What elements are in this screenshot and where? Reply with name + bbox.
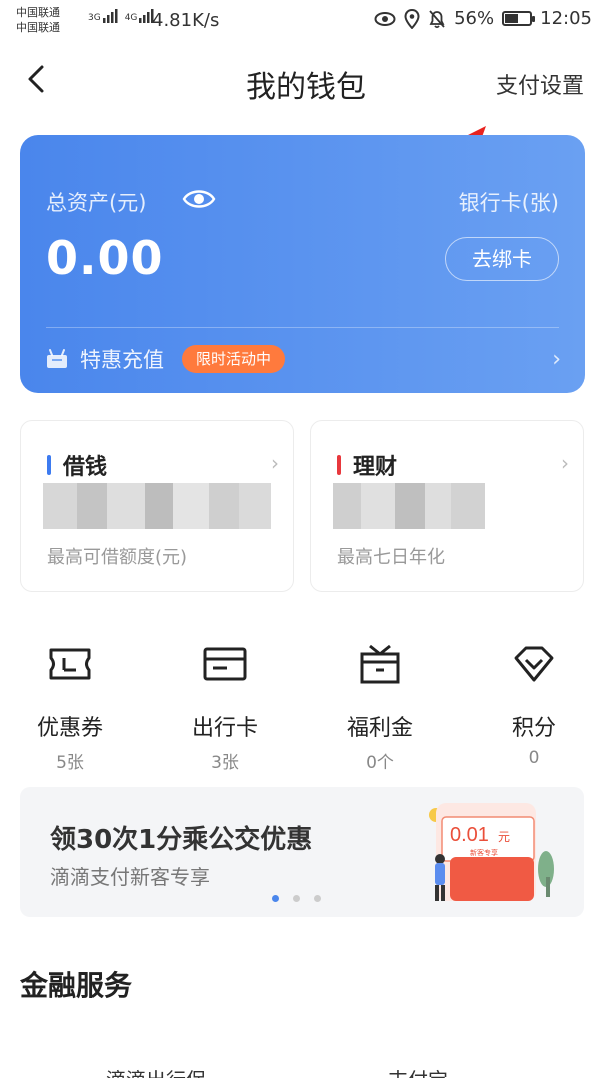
eye-icon[interactable] — [182, 187, 216, 211]
coupon-unit: 元 — [498, 830, 510, 844]
chevron-right-icon: › — [561, 451, 569, 475]
borrow-title: 借钱 — [63, 455, 108, 480]
coupon-entry[interactable]: 优惠券 5张 — [5, 640, 135, 773]
net-type-1: 3G — [88, 13, 101, 23]
mute-bell-icon — [429, 9, 445, 28]
coupon-illustration: 0.01 元 新客专享 — [429, 803, 554, 901]
borrow-subtitle: 最高可借额度(元) — [47, 547, 188, 568]
borrow-title-row: 借钱 — [47, 449, 107, 481]
bank-card-label: 银行卡(张) — [458, 191, 559, 215]
card-icon — [203, 647, 247, 681]
chevron-right-icon: › — [271, 451, 279, 475]
accent-bar — [337, 455, 341, 475]
network-type: 3G 4G — [88, 9, 155, 23]
eye-protect-icon — [374, 11, 396, 26]
net-type-2: 4G — [124, 13, 138, 23]
carousel-dot[interactable] — [293, 895, 300, 902]
points-entry[interactable]: 积分 0 — [469, 640, 599, 770]
finance-title: 理财 — [353, 455, 398, 480]
service-item-cut[interactable]: 支付宝 — [388, 1064, 448, 1078]
promo-badge: 限时活动中 — [182, 345, 286, 373]
gift-box-icon — [360, 644, 400, 684]
travel-card-count: 3张 — [211, 753, 239, 773]
financial-services-heading: 金融服务 — [20, 969, 133, 1002]
special-recharge-row[interactable]: 特惠充值 限时活动中 — [46, 343, 286, 375]
finance-card[interactable]: 理财 › 最高七日年化 — [310, 420, 584, 592]
battery-icon — [502, 11, 536, 26]
total-assets-value: 0.00 — [46, 231, 164, 285]
points-count: 0 — [528, 748, 540, 768]
ticket-icon — [49, 648, 91, 680]
bind-card-button[interactable]: 去绑卡 — [445, 237, 559, 281]
signal-icon — [102, 9, 118, 23]
location-icon — [404, 8, 420, 29]
status-bar: 中国联通 中国联通 3G 4G 4.81K/s 56% 12:05 — [0, 0, 612, 44]
carousel-dot[interactable] — [314, 895, 321, 902]
coupon-label: 优惠券 — [36, 716, 103, 741]
coupon-tag: 新客专享 — [470, 848, 498, 857]
divider — [46, 327, 559, 328]
recharge-label: 特惠充值 — [80, 348, 164, 372]
borrow-card[interactable]: 借钱 › 最高可借额度(元) — [20, 420, 294, 592]
wallet-page: 中国联通 中国联通 3G 4G 4.81K/s 56% 12:05 我的钱包 支… — [0, 0, 612, 1078]
banner-title: 领30次1分乘公交优惠 — [50, 825, 313, 855]
wallet-summary-card: 总资产(元) 0.00 银行卡(张) 去绑卡 特惠充值 限时活动中 › — [20, 135, 585, 393]
clock: 12:05 — [540, 8, 592, 29]
service-item-cut[interactable]: 滴滴出行保 — [106, 1064, 206, 1078]
finance-subtitle: 最高七日年化 — [337, 547, 445, 568]
pay-settings-link[interactable]: 支付设置 — [496, 68, 584, 100]
benefit-entry[interactable]: 福利金 0个 — [315, 640, 445, 773]
benefit-label: 福利金 — [346, 716, 413, 741]
points-label: 积分 — [511, 716, 556, 741]
top-bar: 我的钱包 支付设置 — [0, 50, 612, 110]
net-speed: 4.81K/s — [152, 10, 220, 31]
accent-bar — [47, 455, 51, 475]
travel-card-label: 出行卡 — [191, 716, 258, 741]
blurred-rate — [333, 483, 485, 529]
gift-icon — [47, 349, 67, 368]
diamond-icon — [514, 646, 554, 682]
carrier-1: 中国联通 — [16, 6, 60, 19]
coupon-count: 5张 — [56, 753, 84, 773]
carrier-2: 中国联通 — [16, 21, 60, 34]
finance-title-row: 理财 — [337, 449, 397, 481]
total-assets-label: 总资产(元) — [46, 191, 147, 215]
carousel-dot[interactable] — [272, 895, 279, 902]
battery-percent: 56% — [454, 8, 495, 29]
travel-card-entry[interactable]: 出行卡 3张 — [160, 640, 290, 773]
carrier-names: 中国联通 中国联通 — [16, 5, 60, 35]
promo-banner[interactable]: 领30次1分乘公交优惠 滴滴支付新客专享 0.01 元 新客专享 — [20, 787, 584, 917]
blurred-amount — [43, 483, 271, 529]
banner-subtitle: 滴滴支付新客专享 — [50, 865, 210, 889]
benefit-count: 0个 — [366, 753, 394, 773]
status-right: 56% 12:05 — [374, 8, 592, 29]
coupon-value: 0.01 — [450, 824, 489, 846]
carousel-dots — [272, 895, 321, 902]
chevron-right-icon[interactable]: › — [552, 347, 561, 372]
